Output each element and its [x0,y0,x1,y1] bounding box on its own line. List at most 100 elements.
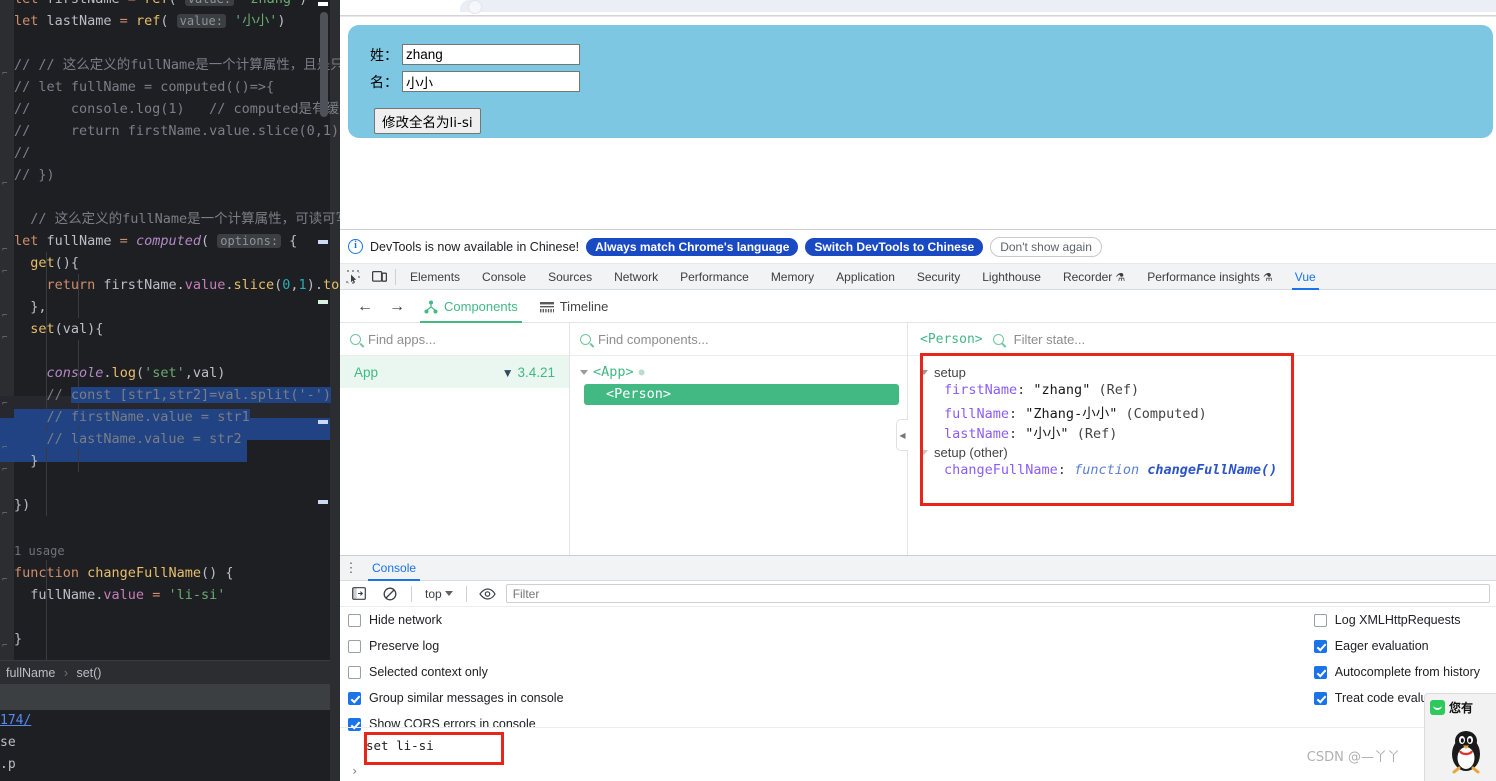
browser-tab-strip[interactable] [460,0,1496,12]
breadcrumb-item-set[interactable]: set() [76,666,101,680]
tab-components[interactable]: Components [416,291,526,323]
setting-preserve-log[interactable]: Preserve log [348,639,564,653]
tab-sources[interactable]: Sources [537,264,603,290]
state-item-colon: : [1009,406,1026,422]
state-group-setup[interactable]: setup [908,362,1496,382]
editor-gutter[interactable] [0,0,14,660]
vue-logo-icon: ▼ [501,365,514,380]
code-line: }) [14,497,31,513]
collapse-panel-handle[interactable]: ◀ [896,419,908,451]
fold-marker-icon[interactable]: ⌐ [2,312,11,321]
tab-console[interactable]: Console [362,556,426,581]
tab-performance[interactable]: Performance [669,264,760,290]
more-options-icon[interactable]: ⋮ [340,561,362,574]
chevron-down-icon[interactable] [920,369,928,375]
device-toolbar-icon[interactable] [366,265,392,289]
state-item-fullname[interactable]: fullName: "Zhang-小小" (Computed) [908,402,1496,422]
console-filter-input[interactable] [505,584,1490,603]
tab-recorder[interactable]: Recorder ⚗ [1052,264,1136,290]
setting-selected-context-only[interactable]: Selected context only [348,665,564,679]
checkbox[interactable] [348,613,361,627]
app-list-item[interactable]: App ▼ 3.4.21 [340,356,569,388]
terminal-url-link[interactable]: 174/ [0,710,31,732]
change-fullname-button[interactable]: 修改全名为li-si [374,108,481,134]
dont-show-again-button[interactable]: Don't show again [990,236,1102,257]
toolbar-divider [395,268,396,285]
find-apps-search[interactable]: Find apps... [340,323,569,356]
devtools-language-banner: i DevTools is now available in Chinese! … [340,230,1496,264]
tab-performance-insights[interactable]: Performance insights ⚗ [1136,264,1284,290]
state-item-value: "Zhang-小小" [1025,406,1118,422]
code-area[interactable]: ⌐ ⌐ ⌐ ⌐ ⌐ ⌐ ⌐ ⌐ ⌐ ⌐ ⌐ ⌐ let firstName = … [0,0,340,670]
tab-application[interactable]: Application [825,264,906,290]
givenname-input[interactable] [402,71,580,92]
switch-to-chinese-button[interactable]: Switch DevTools to Chinese [805,237,984,256]
checkbox[interactable] [1313,613,1327,627]
tab-memory[interactable]: Memory [760,264,825,290]
terminal-output[interactable]: 174/ se .p [0,710,330,781]
surname-input[interactable] [402,44,580,65]
fold-marker-icon[interactable]: ⌐ [2,466,11,475]
vue-state-column: <Person> Filter state... setup firstName… [908,323,1496,555]
tab-network[interactable]: Network [603,264,669,290]
setting-hide-network[interactable]: Hide network [348,613,564,627]
tab-timeline[interactable]: Timeline [532,291,617,323]
setting-autocomplete-from-history[interactable]: Autocomplete from history [1313,665,1480,679]
drawer-tabbar: ⋮ Console [340,556,1496,581]
fold-marker-icon[interactable]: ⌐ [2,268,11,277]
live-expression-eye-icon[interactable] [475,582,501,606]
context-selector[interactable]: top [420,587,458,601]
back-arrow-icon[interactable]: ← [352,298,378,316]
always-match-language-button[interactable]: Always match Chrome's language [586,237,799,256]
tree-node-person[interactable]: <Person> [584,384,899,405]
fold-marker-icon[interactable]: ⌐ [2,642,11,651]
fold-marker-icon[interactable]: ⌐ [2,180,11,189]
fold-marker-icon[interactable]: ⌐ [2,444,11,453]
setting-group-similar-messages-in-console[interactable]: Group similar messages in console [348,691,564,705]
editor-scrollbar[interactable] [318,0,328,660]
console-sidebar-icon[interactable] [346,582,372,606]
fold-marker-icon[interactable]: ⌐ [2,70,11,79]
console-input-prompt[interactable]: › [351,764,358,778]
fold-marker-icon[interactable]: ⌐ [2,400,11,409]
checkbox[interactable] [348,639,361,653]
fold-marker-icon[interactable]: ⌐ [2,576,11,585]
checkbox[interactable] [1313,639,1327,653]
tab-label: Application [836,269,895,284]
tab-lighthouse[interactable]: Lighthouse [971,264,1052,290]
setting-log-xmlhttprequests[interactable]: Log XMLHttpRequests [1313,613,1480,627]
state-item-changefullname[interactable]: changeFullName: function changeFullName(… [908,462,1496,482]
setting-eager-evaluation[interactable]: Eager evaluation [1313,639,1480,653]
tab-elements[interactable]: Elements [399,264,471,290]
fold-marker-icon[interactable]: ⌐ [2,334,11,343]
editor-scrollbar-thumb[interactable] [320,12,328,117]
chevron-down-icon[interactable] [920,449,928,455]
checkbox[interactable] [348,665,361,679]
qq-penguin-icon [1452,731,1480,774]
tree-node-app[interactable]: <App> ● [570,362,907,382]
clear-console-icon[interactable] [377,582,403,606]
qq-notification-text: 您有 [1449,701,1474,715]
checkbox[interactable] [1313,665,1327,679]
fold-marker-icon[interactable]: ⌐ [2,246,11,255]
breadcrumb[interactable]: fullName › set() [0,660,330,684]
tab-security[interactable]: Security [906,264,971,290]
fold-marker-icon[interactable]: ⌐ [2,510,11,519]
tab-vue[interactable]: Vue [1284,264,1327,290]
chevron-down-icon[interactable] [580,369,588,375]
state-item-key: firstName [944,382,1018,398]
checkbox[interactable] [1313,691,1327,705]
state-group-setup-other[interactable]: setup (other) [908,442,1496,462]
state-item-firstname[interactable]: firstName: "zhang" (Ref) [908,382,1496,402]
inspect-element-icon[interactable] [340,265,366,289]
state-item-lastname[interactable]: lastName: "小小" (Ref) [908,422,1496,442]
find-components-search[interactable]: Find components... [570,323,907,356]
code-line: // 这么定义的fullName是一个计算属性，可读可写 [14,211,340,227]
code-usage-hint[interactable]: 1 usage [14,540,65,562]
forward-arrow-icon[interactable]: → [384,298,410,316]
qq-notification-popup[interactable]: 您有 [1424,693,1496,781]
breadcrumb-item-fullname[interactable]: fullName [6,666,55,680]
tab-console[interactable]: Console [471,264,537,290]
chevron-down-icon [444,591,453,596]
checkbox[interactable] [348,691,361,705]
